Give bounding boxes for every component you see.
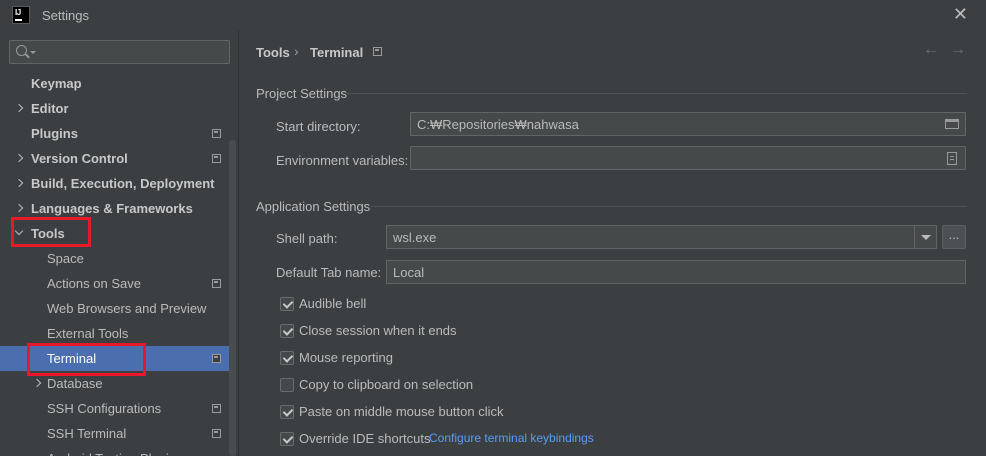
checkbox-label[interactable]: Mouse reporting bbox=[299, 350, 393, 365]
project-settings-divider bbox=[347, 93, 967, 94]
settings-main-panel: Tools › Terminal ← → Project Settings St… bbox=[238, 30, 986, 456]
project-scope-icon bbox=[212, 429, 221, 438]
project-scope-icon bbox=[373, 47, 382, 56]
project-scope-icon bbox=[212, 354, 221, 363]
settings-sidebar: Keymap Editor Plugins Version Control Build,… bbox=[0, 30, 238, 456]
search-options-caret-icon[interactable] bbox=[30, 51, 36, 54]
project-scope-icon bbox=[212, 129, 221, 138]
checkbox-label[interactable]: Audible bell bbox=[299, 296, 366, 311]
intellij-logo-icon: IJ bbox=[12, 6, 30, 24]
sidebar-item-external-tools[interactable]: External Tools bbox=[0, 321, 238, 346]
forward-arrow-icon[interactable]: → bbox=[950, 41, 966, 59]
checkbox[interactable] bbox=[280, 432, 294, 446]
environment-variables-label: Environment variables: bbox=[276, 153, 409, 168]
sidebar-item-label: Android Testing Plugin bbox=[47, 451, 176, 456]
chevron-right-icon[interactable] bbox=[15, 103, 23, 113]
chevron-down-icon[interactable] bbox=[914, 226, 936, 248]
back-arrow-icon[interactable]: ← bbox=[923, 41, 939, 59]
project-scope-icon bbox=[212, 154, 221, 163]
application-settings-divider bbox=[371, 206, 967, 207]
window-title: Settings bbox=[42, 8, 89, 23]
sidebar-item-version-control[interactable]: Version Control bbox=[0, 146, 238, 171]
settings-search-input[interactable] bbox=[38, 43, 223, 61]
sidebar-item-editor[interactable]: Editor bbox=[0, 96, 238, 121]
logo-text: IJ bbox=[15, 8, 21, 17]
start-directory-value: C:₩Repositories₩nahwasa bbox=[417, 117, 579, 132]
shell-path-combobox[interactable]: wsl.exe bbox=[386, 225, 937, 249]
sidebar-item-label: SSH Configurations bbox=[47, 401, 162, 416]
chevron-right-icon[interactable] bbox=[15, 203, 23, 213]
settings-search-box[interactable] bbox=[9, 40, 230, 64]
sidebar-item-label: Tools bbox=[31, 226, 65, 241]
sidebar-item-label: Database bbox=[47, 376, 103, 391]
sidebar-item-ssh-configurations[interactable]: SSH Configurations bbox=[0, 396, 238, 421]
sidebar-item-label: External Tools bbox=[47, 326, 129, 341]
breadcrumb-separator-icon: › bbox=[294, 43, 299, 59]
start-directory-field[interactable]: C:₩Repositories₩nahwasa bbox=[410, 112, 966, 136]
checkbox[interactable] bbox=[280, 378, 294, 392]
breadcrumb-tools[interactable]: Tools bbox=[256, 45, 290, 60]
checkbox[interactable] bbox=[280, 324, 294, 338]
sidebar-item-label: Web Browsers and Preview bbox=[47, 301, 207, 316]
sidebar-item-database[interactable]: Database bbox=[0, 371, 238, 396]
sidebar-item-terminal[interactable]: Terminal bbox=[0, 346, 236, 371]
default-tab-name-field[interactable]: Local bbox=[386, 260, 966, 284]
environment-variables-field[interactable] bbox=[410, 146, 966, 170]
sidebar-item-label: Plugins bbox=[31, 126, 78, 141]
checkbox[interactable] bbox=[280, 297, 294, 311]
sidebar-item-android-testing-plugin[interactable]: Android Testing Plugin bbox=[0, 446, 238, 456]
checkbox[interactable] bbox=[280, 405, 294, 419]
sidebar-item-label: Version Control bbox=[31, 151, 128, 166]
title-bar: IJ Settings ✕ bbox=[0, 0, 986, 30]
chevron-right-icon[interactable] bbox=[15, 178, 23, 188]
project-scope-icon bbox=[212, 404, 221, 413]
sidebar-item-space[interactable]: Space bbox=[0, 246, 238, 271]
browse-shell-button[interactable]: ... bbox=[942, 225, 966, 249]
sidebar-item-label: Keymap bbox=[31, 76, 82, 91]
sidebar-item-build-execution-deployment[interactable]: Build, Execution, Deployment bbox=[0, 171, 238, 196]
sidebar-item-label: SSH Terminal bbox=[47, 426, 127, 441]
sidebar-item-label: Space bbox=[47, 251, 84, 266]
project-settings-title: Project Settings bbox=[256, 86, 348, 101]
sidebar-item-label: Editor bbox=[31, 101, 69, 116]
chevron-right-icon[interactable] bbox=[15, 153, 23, 163]
checkbox-label[interactable]: Override IDE shortcuts bbox=[299, 431, 431, 446]
search-icon bbox=[16, 45, 27, 56]
application-settings-title: Application Settings bbox=[256, 199, 371, 214]
sidebar-item-label: Build, Execution, Deployment bbox=[31, 176, 215, 191]
sidebar-item-label: Actions on Save bbox=[47, 276, 141, 291]
chevron-right-icon[interactable] bbox=[33, 378, 41, 388]
checkbox-label[interactable]: Close session when it ends bbox=[299, 323, 457, 338]
default-tab-name-label: Default Tab name: bbox=[276, 265, 382, 280]
sidebar-item-languages-frameworks[interactable]: Languages & Frameworks bbox=[0, 196, 238, 221]
sidebar-item-keymap[interactable]: Keymap bbox=[0, 71, 238, 96]
folder-icon[interactable] bbox=[945, 119, 959, 129]
start-directory-label: Start directory: bbox=[276, 119, 361, 134]
sidebar-item-label: Terminal bbox=[47, 351, 97, 366]
close-icon[interactable]: ✕ bbox=[953, 4, 968, 25]
sidebar-item-web-browsers-and-preview[interactable]: Web Browsers and Preview bbox=[0, 296, 238, 321]
sidebar-item-plugins[interactable]: Plugins bbox=[0, 121, 238, 146]
sidebar-item-label: Languages & Frameworks bbox=[31, 201, 193, 216]
shell-path-value: wsl.exe bbox=[393, 230, 437, 245]
project-scope-icon bbox=[212, 279, 221, 288]
default-tab-name-value: Local bbox=[393, 265, 425, 280]
sidebar-item-actions-on-save[interactable]: Actions on Save bbox=[0, 271, 238, 296]
checkbox-label[interactable]: Copy to clipboard on selection bbox=[299, 377, 473, 392]
shell-path-label: Shell path: bbox=[276, 231, 338, 246]
sidebar-scrollbar[interactable] bbox=[229, 140, 236, 456]
logo-bar bbox=[15, 19, 22, 21]
sidebar-item-tools[interactable]: Tools bbox=[0, 221, 238, 246]
breadcrumb-terminal: Terminal bbox=[310, 45, 364, 60]
chevron-down-icon[interactable] bbox=[15, 228, 23, 238]
sidebar-item-ssh-terminal[interactable]: SSH Terminal bbox=[0, 421, 238, 446]
checkbox-label[interactable]: Paste on middle mouse button click bbox=[299, 404, 504, 419]
configure-keybindings-link[interactable]: Configure terminal keybindings bbox=[429, 431, 594, 445]
checkbox[interactable] bbox=[280, 351, 294, 365]
edit-variables-icon[interactable] bbox=[947, 152, 957, 165]
